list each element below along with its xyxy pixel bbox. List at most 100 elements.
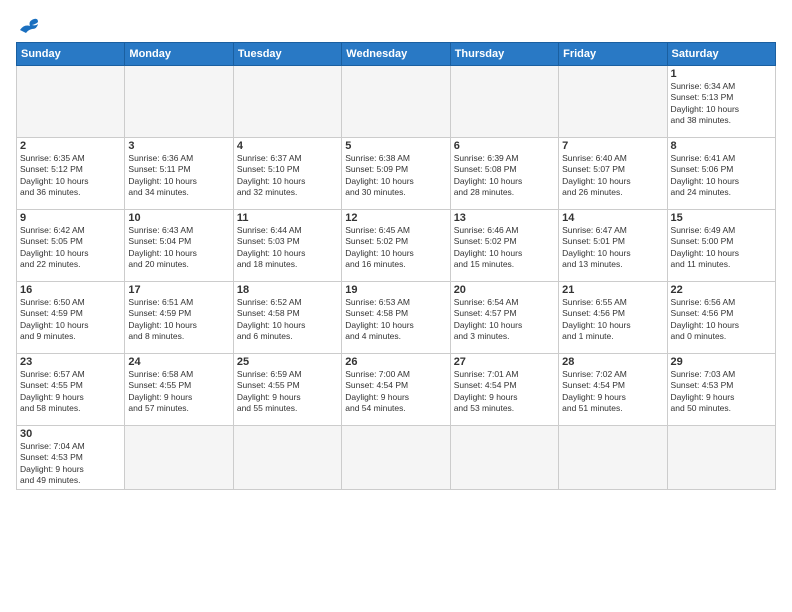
day-number: 30 [20, 428, 121, 440]
day-info: Sunrise: 6:36 AM Sunset: 5:11 PM Dayligh… [128, 153, 229, 199]
day-info: Sunrise: 6:47 AM Sunset: 5:01 PM Dayligh… [562, 225, 663, 271]
calendar-day-cell: 6Sunrise: 6:39 AM Sunset: 5:08 PM Daylig… [450, 138, 558, 210]
day-info: Sunrise: 7:03 AM Sunset: 4:53 PM Dayligh… [671, 369, 772, 415]
calendar-week-row: 9Sunrise: 6:42 AM Sunset: 5:05 PM Daylig… [17, 210, 776, 282]
calendar-header-sunday: Sunday [17, 43, 125, 66]
day-number: 10 [128, 212, 229, 224]
calendar-day-cell [125, 66, 233, 138]
day-number: 13 [454, 212, 555, 224]
day-number: 22 [671, 284, 772, 296]
calendar-page: SundayMondayTuesdayWednesdayThursdayFrid… [0, 0, 792, 612]
calendar-header-saturday: Saturday [667, 43, 775, 66]
calendar-day-cell: 28Sunrise: 7:02 AM Sunset: 4:54 PM Dayli… [559, 354, 667, 426]
calendar-day-cell: 10Sunrise: 6:43 AM Sunset: 5:04 PM Dayli… [125, 210, 233, 282]
calendar-header-row: SundayMondayTuesdayWednesdayThursdayFrid… [17, 43, 776, 66]
calendar-day-cell: 19Sunrise: 6:53 AM Sunset: 4:58 PM Dayli… [342, 282, 450, 354]
day-info: Sunrise: 6:39 AM Sunset: 5:08 PM Dayligh… [454, 153, 555, 199]
calendar-day-cell: 20Sunrise: 6:54 AM Sunset: 4:57 PM Dayli… [450, 282, 558, 354]
calendar-day-cell: 17Sunrise: 6:51 AM Sunset: 4:59 PM Dayli… [125, 282, 233, 354]
day-number: 12 [345, 212, 446, 224]
day-info: Sunrise: 6:46 AM Sunset: 5:02 PM Dayligh… [454, 225, 555, 271]
day-info: Sunrise: 6:45 AM Sunset: 5:02 PM Dayligh… [345, 225, 446, 271]
calendar-day-cell [342, 66, 450, 138]
calendar-day-cell: 4Sunrise: 6:37 AM Sunset: 5:10 PM Daylig… [233, 138, 341, 210]
calendar-day-cell [125, 426, 233, 490]
calendar-day-cell: 13Sunrise: 6:46 AM Sunset: 5:02 PM Dayli… [450, 210, 558, 282]
calendar-day-cell: 30Sunrise: 7:04 AM Sunset: 4:53 PM Dayli… [17, 426, 125, 490]
day-info: Sunrise: 6:57 AM Sunset: 4:55 PM Dayligh… [20, 369, 121, 415]
day-info: Sunrise: 6:42 AM Sunset: 5:05 PM Dayligh… [20, 225, 121, 271]
day-number: 14 [562, 212, 663, 224]
day-info: Sunrise: 6:40 AM Sunset: 5:07 PM Dayligh… [562, 153, 663, 199]
day-info: Sunrise: 6:34 AM Sunset: 5:13 PM Dayligh… [671, 81, 772, 127]
day-info: Sunrise: 6:54 AM Sunset: 4:57 PM Dayligh… [454, 297, 555, 343]
day-number: 18 [237, 284, 338, 296]
calendar-header-monday: Monday [125, 43, 233, 66]
day-info: Sunrise: 6:38 AM Sunset: 5:09 PM Dayligh… [345, 153, 446, 199]
calendar-day-cell: 29Sunrise: 7:03 AM Sunset: 4:53 PM Dayli… [667, 354, 775, 426]
day-info: Sunrise: 6:55 AM Sunset: 4:56 PM Dayligh… [562, 297, 663, 343]
calendar-day-cell: 3Sunrise: 6:36 AM Sunset: 5:11 PM Daylig… [125, 138, 233, 210]
calendar-day-cell: 22Sunrise: 6:56 AM Sunset: 4:56 PM Dayli… [667, 282, 775, 354]
day-number: 4 [237, 140, 338, 152]
day-info: Sunrise: 6:43 AM Sunset: 5:04 PM Dayligh… [128, 225, 229, 271]
calendar-header-thursday: Thursday [450, 43, 558, 66]
day-number: 28 [562, 356, 663, 368]
day-number: 7 [562, 140, 663, 152]
day-number: 25 [237, 356, 338, 368]
day-number: 20 [454, 284, 555, 296]
calendar-day-cell: 2Sunrise: 6:35 AM Sunset: 5:12 PM Daylig… [17, 138, 125, 210]
day-info: Sunrise: 6:51 AM Sunset: 4:59 PM Dayligh… [128, 297, 229, 343]
calendar-day-cell [450, 66, 558, 138]
day-info: Sunrise: 6:44 AM Sunset: 5:03 PM Dayligh… [237, 225, 338, 271]
calendar-day-cell: 14Sunrise: 6:47 AM Sunset: 5:01 PM Dayli… [559, 210, 667, 282]
day-number: 9 [20, 212, 121, 224]
calendar-week-row: 23Sunrise: 6:57 AM Sunset: 4:55 PM Dayli… [17, 354, 776, 426]
day-number: 19 [345, 284, 446, 296]
day-info: Sunrise: 7:04 AM Sunset: 4:53 PM Dayligh… [20, 441, 121, 487]
day-info: Sunrise: 6:49 AM Sunset: 5:00 PM Dayligh… [671, 225, 772, 271]
day-info: Sunrise: 6:56 AM Sunset: 4:56 PM Dayligh… [671, 297, 772, 343]
calendar-header-friday: Friday [559, 43, 667, 66]
calendar-day-cell [233, 426, 341, 490]
day-number: 5 [345, 140, 446, 152]
calendar-day-cell [17, 66, 125, 138]
day-info: Sunrise: 7:02 AM Sunset: 4:54 PM Dayligh… [562, 369, 663, 415]
calendar-day-cell: 1Sunrise: 6:34 AM Sunset: 5:13 PM Daylig… [667, 66, 775, 138]
calendar-day-cell: 11Sunrise: 6:44 AM Sunset: 5:03 PM Dayli… [233, 210, 341, 282]
calendar-header-wednesday: Wednesday [342, 43, 450, 66]
day-number: 1 [671, 68, 772, 80]
day-info: Sunrise: 6:35 AM Sunset: 5:12 PM Dayligh… [20, 153, 121, 199]
day-number: 24 [128, 356, 229, 368]
day-info: Sunrise: 6:58 AM Sunset: 4:55 PM Dayligh… [128, 369, 229, 415]
logo [16, 16, 40, 34]
calendar-day-cell [559, 66, 667, 138]
day-number: 8 [671, 140, 772, 152]
calendar-day-cell: 12Sunrise: 6:45 AM Sunset: 5:02 PM Dayli… [342, 210, 450, 282]
calendar-day-cell: 15Sunrise: 6:49 AM Sunset: 5:00 PM Dayli… [667, 210, 775, 282]
day-info: Sunrise: 6:53 AM Sunset: 4:58 PM Dayligh… [345, 297, 446, 343]
calendar-day-cell [450, 426, 558, 490]
logo-bird-icon [18, 16, 40, 34]
calendar-day-cell [342, 426, 450, 490]
calendar-week-row: 1Sunrise: 6:34 AM Sunset: 5:13 PM Daylig… [17, 66, 776, 138]
day-number: 29 [671, 356, 772, 368]
calendar-header-tuesday: Tuesday [233, 43, 341, 66]
day-info: Sunrise: 6:41 AM Sunset: 5:06 PM Dayligh… [671, 153, 772, 199]
day-number: 3 [128, 140, 229, 152]
calendar-day-cell: 18Sunrise: 6:52 AM Sunset: 4:58 PM Dayli… [233, 282, 341, 354]
calendar-table: SundayMondayTuesdayWednesdayThursdayFrid… [16, 42, 776, 490]
calendar-day-cell: 16Sunrise: 6:50 AM Sunset: 4:59 PM Dayli… [17, 282, 125, 354]
calendar-day-cell: 21Sunrise: 6:55 AM Sunset: 4:56 PM Dayli… [559, 282, 667, 354]
day-info: Sunrise: 7:00 AM Sunset: 4:54 PM Dayligh… [345, 369, 446, 415]
day-number: 26 [345, 356, 446, 368]
calendar-day-cell: 25Sunrise: 6:59 AM Sunset: 4:55 PM Dayli… [233, 354, 341, 426]
day-number: 2 [20, 140, 121, 152]
day-number: 11 [237, 212, 338, 224]
day-info: Sunrise: 7:01 AM Sunset: 4:54 PM Dayligh… [454, 369, 555, 415]
day-number: 27 [454, 356, 555, 368]
calendar-day-cell: 26Sunrise: 7:00 AM Sunset: 4:54 PM Dayli… [342, 354, 450, 426]
day-info: Sunrise: 6:37 AM Sunset: 5:10 PM Dayligh… [237, 153, 338, 199]
calendar-day-cell: 7Sunrise: 6:40 AM Sunset: 5:07 PM Daylig… [559, 138, 667, 210]
calendar-day-cell: 9Sunrise: 6:42 AM Sunset: 5:05 PM Daylig… [17, 210, 125, 282]
